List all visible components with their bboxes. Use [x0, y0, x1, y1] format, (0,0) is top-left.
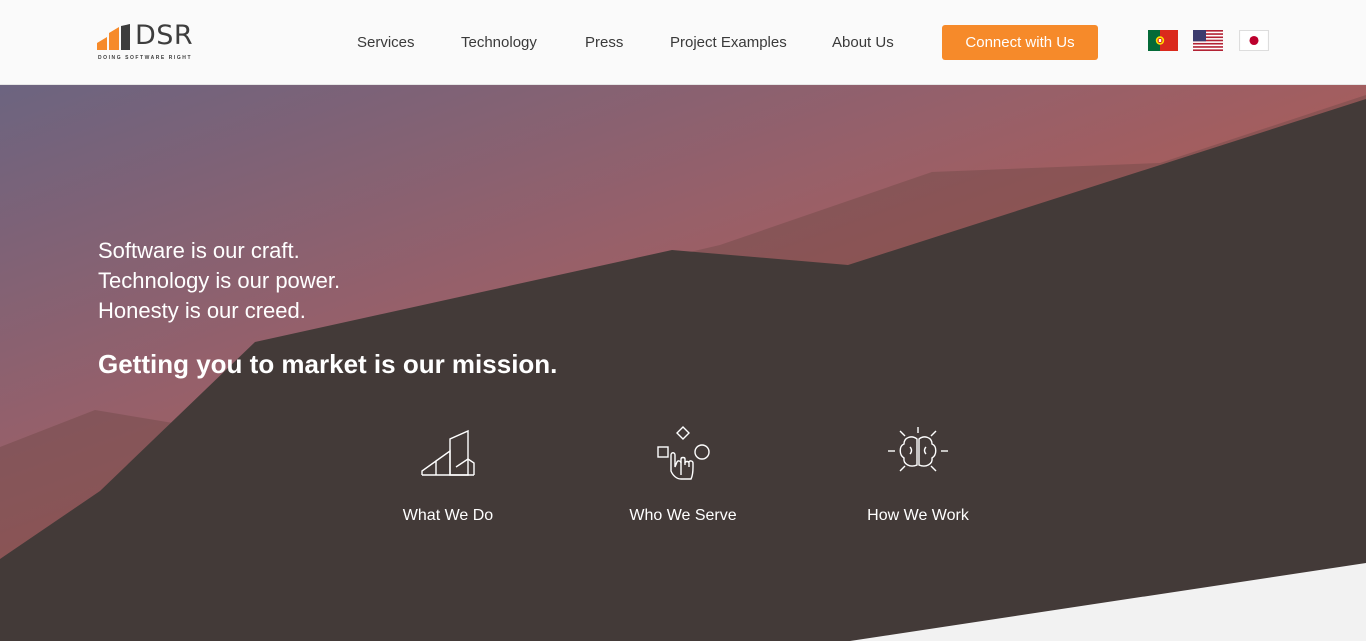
nav-item-about-us[interactable]: About Us	[832, 34, 894, 51]
logo-tagline: DOING SOFTWARE RIGHT	[98, 55, 193, 61]
logo[interactable]: DSR DOING SOFTWARE RIGHT	[97, 20, 197, 64]
what-we-do-link[interactable]: What We Do	[373, 425, 523, 525]
nav-item-project-examples[interactable]: Project Examples	[670, 34, 787, 51]
hero-mission: Getting you to market is our mission.	[98, 349, 558, 379]
nav-item-services[interactable]: Services	[357, 34, 415, 51]
hand-shapes-icon	[657, 426, 710, 480]
feature-label: How We Work	[867, 507, 969, 524]
hero-statements: Software is our craft. Technology is our…	[98, 236, 340, 326]
hero-line: Software is our craft.	[98, 238, 300, 263]
hero-section: Software is our craft. Technology is our…	[0, 85, 1366, 641]
how-we-work-link[interactable]: How We Work	[843, 425, 993, 525]
logo-mark-icon	[97, 24, 130, 50]
hero-line: Honesty is our creed.	[98, 298, 306, 323]
nav-item-press[interactable]: Press	[585, 34, 623, 51]
feature-label: What We Do	[402, 507, 494, 524]
hero-line: Technology is our power.	[98, 268, 341, 293]
stairs-chart-icon	[421, 429, 475, 476]
usa-flag-icon[interactable]	[1193, 30, 1223, 51]
site-header: DSR DOING SOFTWARE RIGHT Services Techno…	[0, 0, 1366, 85]
brain-icon	[888, 427, 948, 472]
who-we-serve-link[interactable]: Who We Serve	[608, 425, 758, 525]
connect-button[interactable]: Connect with Us	[942, 25, 1098, 60]
japan-flag-icon[interactable]	[1239, 30, 1269, 51]
logo-text: DSR	[135, 20, 194, 51]
nav-item-technology[interactable]: Technology	[461, 34, 537, 51]
portugal-flag-icon[interactable]	[1148, 30, 1178, 51]
feature-label: Who We Serve	[629, 507, 737, 524]
